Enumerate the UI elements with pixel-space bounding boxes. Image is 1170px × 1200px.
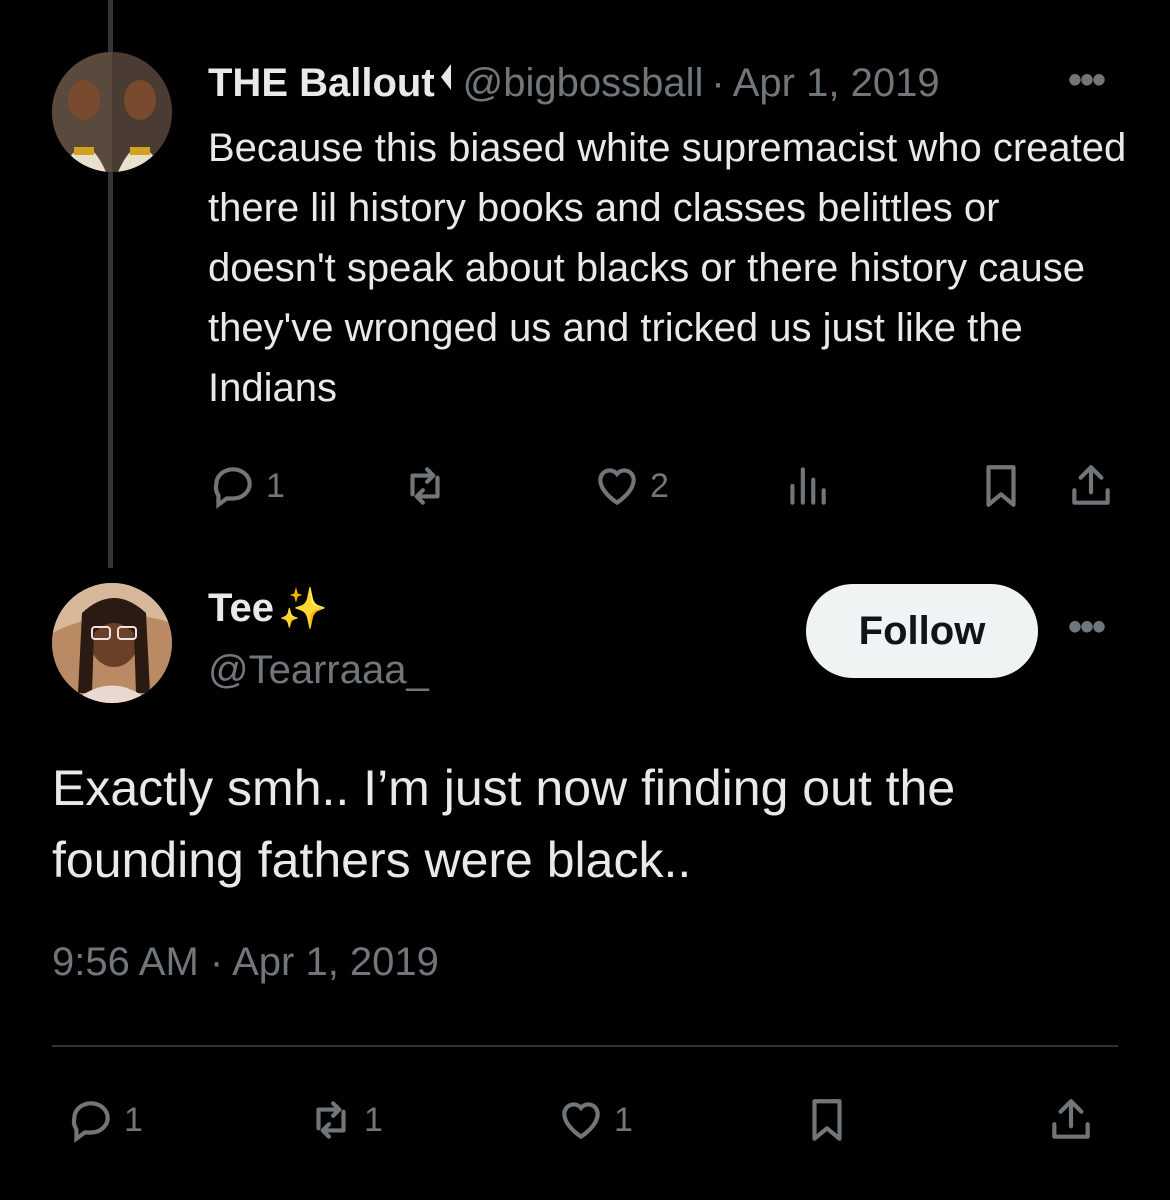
reply-tweet-text: Exactly smh.. I’m just now finding out t… xyxy=(52,760,956,888)
reply-repost-count: 1 xyxy=(364,1100,383,1139)
reply-display-name: Tee xyxy=(208,586,274,630)
avatar-photo-icon xyxy=(52,52,172,172)
parent-tweet-header: THE Ballout @bigbossball · Apr 1, 2019 xyxy=(208,55,940,111)
parent-handle[interactable]: @bigbossball xyxy=(463,61,704,106)
parent-tweet-text: Because this biased white supremacist wh… xyxy=(208,126,1127,410)
heart-icon xyxy=(562,1102,600,1140)
reply-reply-count: 1 xyxy=(124,1100,143,1139)
parent-more-button[interactable]: ••• xyxy=(1068,58,1106,103)
reply-share-button[interactable] xyxy=(1046,1090,1096,1150)
reply-more-button[interactable]: ••• xyxy=(1068,605,1106,650)
parent-action-bar: 1 2 xyxy=(0,456,1170,516)
divider xyxy=(52,1045,1118,1047)
parent-reply-button[interactable]: 1 xyxy=(208,456,285,516)
separator-dot: · xyxy=(711,60,725,105)
parent-date[interactable]: Apr 1, 2019 xyxy=(733,61,940,106)
parent-reply-count: 1 xyxy=(266,466,285,505)
parent-display-name[interactable]: THE Ballout xyxy=(208,61,435,106)
follow-button[interactable]: Follow xyxy=(806,584,1038,678)
reply-reply-button[interactable]: 1 xyxy=(66,1090,143,1150)
reply-icon xyxy=(71,1101,110,1143)
reply-like-button[interactable]: 1 xyxy=(556,1090,633,1150)
heart-icon xyxy=(598,468,636,506)
parent-views-button[interactable] xyxy=(782,456,840,516)
reply-action-bar: 1 1 1 xyxy=(0,1090,1170,1150)
reply-handle[interactable]: @Tearraaa_ xyxy=(208,648,429,693)
share-icon xyxy=(1072,465,1110,505)
share-icon xyxy=(1052,1099,1090,1139)
repost-icon xyxy=(316,1101,346,1139)
bookmark-icon xyxy=(986,465,1016,507)
parent-share-button[interactable] xyxy=(1066,456,1116,516)
parent-avatar[interactable] xyxy=(52,52,172,172)
parent-bookmark-button[interactable] xyxy=(976,456,1026,516)
parent-like-button[interactable]: 2 xyxy=(592,456,669,516)
reply-like-count: 1 xyxy=(614,1100,633,1139)
reply-avatar[interactable] xyxy=(52,583,172,703)
avatar-photo-icon xyxy=(52,583,172,703)
bookmark-icon xyxy=(812,1099,842,1141)
flag-badge-icon xyxy=(440,64,451,90)
parent-like-count: 2 xyxy=(650,466,669,505)
repost-icon xyxy=(410,467,440,505)
reply-icon xyxy=(213,467,252,509)
views-chart-icon xyxy=(790,467,826,505)
reply-display-name-row[interactable]: Tee ✨ xyxy=(208,585,328,632)
reply-bookmark-button[interactable] xyxy=(802,1090,852,1150)
parent-repost-button[interactable] xyxy=(400,456,458,516)
reply-timestamp[interactable]: 9:56 AM · Apr 1, 2019 xyxy=(52,940,439,985)
sparkles-icon: ✨ xyxy=(277,587,328,631)
reply-repost-button[interactable]: 1 xyxy=(306,1090,383,1150)
